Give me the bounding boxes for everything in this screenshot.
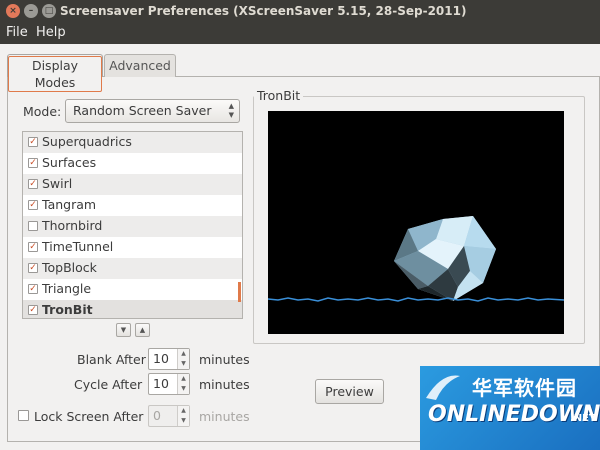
- move-down-button[interactable]: ▼: [116, 323, 131, 337]
- blank-after-value: 10: [153, 351, 169, 366]
- enable-checkbox[interactable]: ✓: [28, 242, 38, 252]
- screensaver-name: TimeTunnel: [42, 239, 114, 254]
- list-item[interactable]: ✓ Superquadrics: [23, 132, 242, 153]
- cycle-after-unit: minutes: [199, 377, 250, 392]
- list-item[interactable]: Thornbird: [23, 216, 242, 237]
- screensaver-name: Triangle: [42, 281, 92, 296]
- enable-checkbox[interactable]: ✓: [28, 284, 38, 294]
- screensaver-name: Swirl: [42, 176, 73, 191]
- title-bar: × – □ Screensaver Preferences (XScreenSa…: [0, 0, 600, 22]
- spin-arrows-icon: ▲ ▼: [177, 406, 189, 426]
- blank-after-label: Blank After: [77, 352, 146, 367]
- lock-screen-checkbox[interactable]: [18, 410, 29, 421]
- watermark-suffix: .NET: [570, 413, 596, 424]
- mode-label: Mode:: [23, 104, 62, 119]
- tronbit-preview-image: [268, 216, 564, 302]
- lock-after-value: 0: [153, 408, 161, 423]
- list-item[interactable]: ✓ TopBlock: [23, 258, 242, 279]
- screensaver-name: Surfaces: [42, 155, 97, 170]
- list-item[interactable]: ✓ Surfaces: [23, 153, 242, 174]
- spin-arrows-icon[interactable]: ▲ ▼: [177, 349, 189, 369]
- preview-title: TronBit: [254, 88, 304, 103]
- lock-after-unit: minutes: [199, 409, 250, 424]
- move-up-button[interactable]: ▲: [135, 323, 150, 337]
- list-item[interactable]: ✓ TronBit: [23, 300, 242, 318]
- enable-checkbox[interactable]: ✓: [28, 137, 38, 147]
- spin-arrows-icon[interactable]: ▲ ▼: [177, 374, 189, 394]
- menu-file[interactable]: File: [6, 25, 28, 40]
- list-item[interactable]: ✓ TimeTunnel: [23, 237, 242, 258]
- lock-screen-label: Lock Screen After: [34, 409, 144, 424]
- close-icon[interactable]: ×: [6, 4, 20, 18]
- cycle-after-spinner[interactable]: 10 ▲ ▼: [148, 373, 190, 395]
- enable-checkbox[interactable]: ✓: [28, 263, 38, 273]
- watermark-logo: 华军软件园 ONLINEDOWN .NET: [420, 366, 600, 450]
- list-scrollbar[interactable]: [238, 282, 241, 302]
- screensaver-name: Superquadrics: [42, 134, 132, 149]
- tab-advanced[interactable]: Advanced: [104, 54, 176, 77]
- tab-label: Display Modes: [8, 56, 102, 92]
- watermark-chinese: 华军软件园: [472, 376, 577, 400]
- screensaver-name: Thornbird: [42, 218, 103, 233]
- preview-screen: [268, 111, 564, 334]
- list-item[interactable]: ✓ Tangram: [23, 195, 242, 216]
- cycle-after-label: Cycle After: [74, 377, 143, 392]
- tab-display-modes[interactable]: Display Modes: [7, 54, 103, 92]
- enable-checkbox[interactable]: ✓: [28, 158, 38, 168]
- enable-checkbox[interactable]: ✓: [28, 200, 38, 210]
- menu-bar: File Help: [0, 22, 600, 44]
- mode-select[interactable]: Random Screen Saver ▲ ▼: [65, 99, 240, 123]
- screensaver-name: Tangram: [42, 197, 97, 212]
- blank-after-unit: minutes: [199, 352, 250, 367]
- menu-help[interactable]: Help: [36, 25, 66, 40]
- enable-checkbox[interactable]: [28, 221, 38, 231]
- list-item[interactable]: ✓ Triangle: [23, 279, 242, 300]
- enable-checkbox[interactable]: ✓: [28, 305, 38, 315]
- window-title: Screensaver Preferences (XScreenSaver 5.…: [60, 4, 467, 18]
- screensaver-name: TronBit: [42, 302, 93, 317]
- screensaver-list[interactable]: ✓ Superquadrics ✓ Surfaces ✓ Swirl ✓ Tangram Tho…: [22, 131, 243, 319]
- updown-icon: ▲ ▼: [228, 102, 234, 119]
- lock-after-spinner: 0 ▲ ▼: [148, 405, 190, 427]
- mode-value: Random Screen Saver: [73, 103, 212, 118]
- cycle-after-value: 10: [153, 376, 169, 391]
- minimize-icon[interactable]: –: [24, 4, 38, 18]
- maximize-icon[interactable]: □: [42, 4, 56, 18]
- screensaver-name: TopBlock: [42, 260, 97, 275]
- blank-after-spinner[interactable]: 10 ▲ ▼: [148, 348, 190, 370]
- enable-checkbox[interactable]: ✓: [28, 179, 38, 189]
- preview-button[interactable]: Preview: [315, 379, 384, 404]
- list-item[interactable]: ✓ Swirl: [23, 174, 242, 195]
